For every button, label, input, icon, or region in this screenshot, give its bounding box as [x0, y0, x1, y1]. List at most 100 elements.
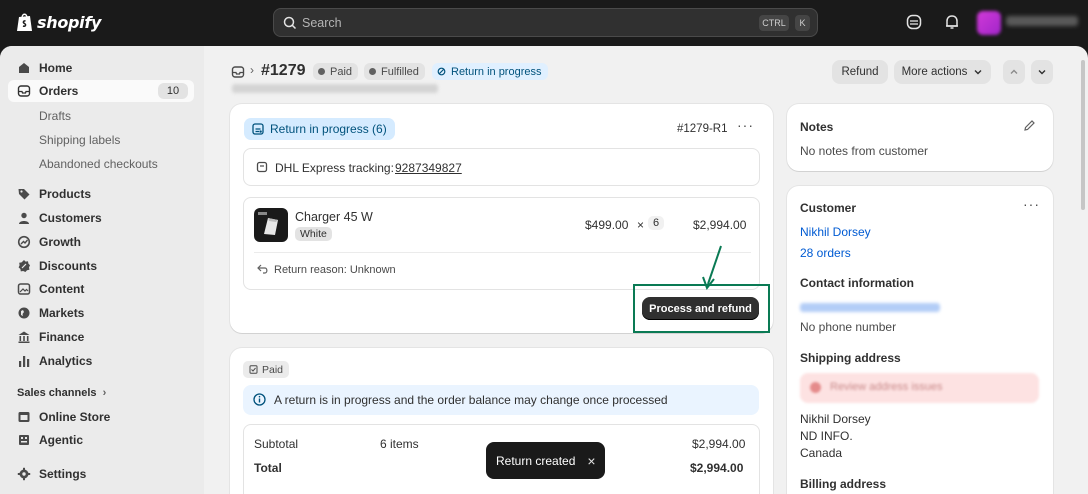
receipt-icon — [249, 365, 258, 374]
sidebar-item-products[interactable]: Products — [8, 183, 194, 205]
alert-icon — [810, 382, 821, 393]
quantity-badge: 6 — [648, 216, 665, 230]
sidebar-item-agentic[interactable]: Agentic — [8, 429, 194, 451]
sidebar-item-orders[interactable]: Orders 10 — [8, 80, 194, 102]
address-alert-text: Review address issues — [830, 381, 943, 393]
more-actions-button[interactable]: More actions — [894, 60, 991, 84]
customer-more-options-icon[interactable]: ··· — [1023, 196, 1040, 212]
variant-badge: White — [295, 227, 332, 241]
times-sign: × — [637, 218, 645, 232]
info-banner-text: A return is in progress and the order ba… — [274, 393, 668, 407]
sidekick-icon[interactable] — [905, 13, 923, 31]
tag-icon — [18, 189, 30, 200]
more-actions-label: More actions — [901, 66, 968, 78]
discount-icon — [18, 260, 30, 272]
sidebar-item-growth[interactable]: Growth — [8, 231, 194, 253]
return-in-progress-badge: Return in progress (6) — [244, 118, 395, 140]
refund-button[interactable]: Refund — [832, 60, 888, 84]
info-banner: A return is in progress and the order ba… — [243, 385, 759, 415]
customer-orders-link[interactable]: 28 orders — [800, 246, 851, 260]
sidebar-item-content[interactable]: Content — [8, 278, 194, 300]
sidebar-item-discounts[interactable]: Discounts — [8, 255, 194, 277]
orders-icon — [17, 85, 31, 97]
page-scrollbar[interactable] — [1081, 60, 1085, 210]
return-id: #1279-R1 — [677, 123, 728, 135]
customer-name-link[interactable]: Nikhil Dorsey — [800, 225, 871, 239]
sidebar-item-markets[interactable]: Markets — [8, 302, 194, 324]
return-box-icon — [252, 123, 264, 135]
billing-title: Billing address — [800, 477, 887, 491]
address-line: Nikhil Dorsey — [800, 412, 871, 426]
sidebar-subitem-drafts[interactable]: Drafts — [39, 109, 71, 123]
top-bar: shopify Search CTRL K — [0, 0, 1088, 46]
next-order-button[interactable] — [1031, 60, 1053, 84]
sidebar-item-label: Growth — [39, 235, 81, 249]
bell-icon[interactable] — [943, 13, 961, 31]
search-icon — [283, 16, 297, 30]
sidebar-item-label: Settings — [39, 467, 87, 481]
shortcut-ctrl: CTRL — [759, 15, 789, 31]
sidebar-item-finance[interactable]: Finance — [8, 326, 194, 348]
line-item-box: Charger 45 W White $499.00 × 6 $2,994.00… — [243, 197, 760, 290]
divider — [254, 252, 751, 253]
status-badge-fulfilled: Fulfilled — [364, 63, 425, 80]
tracking-number-link[interactable]: 9287349827 — [395, 161, 462, 175]
sidebar-item-settings[interactable]: Settings — [8, 463, 194, 485]
orders-icon[interactable] — [231, 65, 245, 79]
sidebar-item-label: Home — [39, 61, 73, 75]
address-line: ND INFO. — [800, 429, 853, 443]
package-icon — [256, 161, 268, 173]
return-icon — [437, 67, 446, 76]
toast: Return created × — [486, 442, 605, 479]
home-icon — [19, 63, 29, 73]
status-badge-paid: Paid — [313, 63, 359, 80]
chevron-down-icon — [974, 70, 982, 75]
brand-name: shopify — [37, 12, 102, 32]
sidebar-subitem-shipping-labels[interactable]: Shipping labels — [39, 133, 120, 147]
status-badge-label: Fulfilled — [381, 65, 419, 78]
store-name-blurred[interactable] — [1006, 16, 1078, 26]
sidebar-item-label: Analytics — [39, 354, 93, 368]
sidebar-item-label: Finance — [39, 330, 85, 344]
product-name[interactable]: Charger 45 W — [295, 210, 373, 224]
chart-icon — [19, 356, 30, 367]
sidebar-item-home[interactable]: Home — [8, 57, 194, 79]
sidebar-subitem-abandoned-checkouts[interactable]: Abandoned checkouts — [39, 157, 158, 171]
return-arrow-icon — [257, 264, 268, 274]
chevron-right-icon: › — [102, 387, 107, 399]
customer-card: Customer ··· Nikhil Dorsey 28 orders Con… — [787, 186, 1053, 494]
return-badge-label: Return in progress (6) — [270, 122, 387, 136]
shopify-logo[interactable]: shopify — [16, 12, 101, 32]
address-alert-banner[interactable]: Review address issues — [800, 373, 1039, 403]
avatar[interactable] — [977, 11, 1001, 35]
sidebar-item-label: Customers — [39, 211, 102, 225]
globe-icon — [18, 307, 30, 319]
main-frame: Home Orders 10 Drafts Shipping labels Ab… — [0, 46, 1088, 494]
refund-label: Refund — [841, 66, 879, 78]
address-line: Canada — [800, 446, 843, 460]
process-and-refund-button[interactable]: Process and refund — [642, 297, 759, 320]
contact-title: Contact information — [800, 276, 914, 290]
pencil-icon[interactable] — [1023, 119, 1036, 132]
search-bar[interactable]: Search CTRL K — [273, 8, 818, 37]
customer-email-blurred[interactable] — [800, 303, 940, 312]
gear-icon — [17, 467, 31, 481]
more-options-icon[interactable]: ··· — [737, 117, 754, 133]
total-value: $2,994.00 — [690, 461, 744, 475]
subtotal-value: $2,994.00 — [692, 437, 746, 451]
sidebar-item-label: Content — [39, 282, 85, 296]
sidebar-item-online-store[interactable]: Online Store — [8, 406, 194, 428]
sidebar: Home Orders 10 Drafts Shipping labels Ab… — [0, 46, 204, 494]
close-icon[interactable]: × — [587, 453, 595, 469]
sales-channels-header[interactable]: Sales channels › — [17, 387, 106, 399]
sidebar-item-analytics[interactable]: Analytics — [8, 350, 194, 372]
sidebar-item-customers[interactable]: Customers — [8, 207, 194, 229]
toast-message: Return created — [496, 453, 576, 468]
sidebar-item-label: Online Store — [39, 410, 111, 424]
sidebar-item-label: Products — [39, 187, 92, 201]
previous-order-button[interactable] — [1003, 60, 1025, 84]
sidebar-item-label: Orders — [39, 84, 79, 98]
paid-badge: Paid — [243, 361, 290, 378]
subtotal-items: 6 items — [380, 437, 419, 451]
phone-text: No phone number — [800, 320, 897, 334]
